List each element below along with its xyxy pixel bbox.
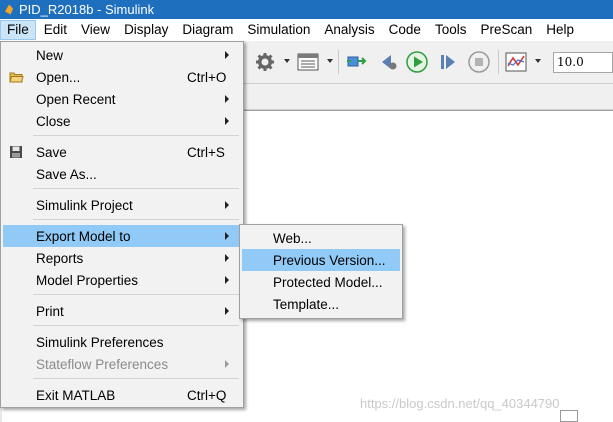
file-menu-model-properties[interactable]: Model Properties: [3, 269, 241, 291]
menu-view[interactable]: View: [75, 20, 116, 40]
export-template[interactable]: Template...: [242, 293, 400, 315]
step-back-icon[interactable]: [377, 51, 399, 73]
file-menu-print[interactable]: Print: [3, 300, 241, 322]
file-menu-export-model-to[interactable]: Export Model to: [3, 225, 241, 247]
menu-separator: [33, 378, 239, 379]
submenu-arrow-icon: [225, 254, 229, 262]
library-dropdown-arrow-icon[interactable]: [327, 59, 334, 64]
menu-prescan[interactable]: PreScan: [474, 20, 538, 40]
file-menu-simulink-project[interactable]: Simulink Project: [3, 194, 241, 216]
model-settings-gear-icon[interactable]: [254, 51, 276, 73]
floppy-disk-icon: [9, 145, 24, 159]
menu-separator: [33, 325, 239, 326]
menu-bar: File Edit View Display Diagram Simulatio…: [0, 19, 613, 41]
submenu-arrow-icon: [225, 95, 229, 103]
toolbar-separator: [498, 50, 499, 74]
export-protected-model[interactable]: Protected Model...: [242, 271, 400, 293]
file-menu-close[interactable]: Close: [3, 110, 241, 132]
file-menu-open-recent[interactable]: Open Recent: [3, 88, 241, 110]
simulink-logo-icon: [4, 4, 14, 16]
menu-simulation[interactable]: Simulation: [241, 20, 316, 40]
menu-tools[interactable]: Tools: [429, 20, 473, 40]
menu-help[interactable]: Help: [540, 20, 580, 40]
file-menu-save[interactable]: Save Ctrl+S: [3, 141, 241, 163]
menu-edit[interactable]: Edit: [38, 20, 73, 40]
update-diagram-icon[interactable]: [345, 51, 367, 73]
export-model-submenu: Web... Previous Version... Protected Mod…: [239, 224, 403, 319]
toolbar-separator: [338, 50, 339, 74]
export-previous-version[interactable]: Previous Version...: [242, 249, 400, 271]
submenu-arrow-icon: [225, 117, 229, 125]
watermark: https://blog.csdn.net/qq_40344790: [360, 396, 560, 411]
menu-analysis[interactable]: Analysis: [318, 20, 380, 40]
canvas-corner-control[interactable]: [560, 410, 578, 422]
menu-file[interactable]: File: [0, 20, 36, 40]
file-menu-stateflow-preferences: Stateflow Preferences: [3, 353, 241, 375]
submenu-arrow-icon: [225, 232, 229, 240]
file-menu-simulink-preferences[interactable]: Simulink Preferences: [3, 331, 241, 353]
stop-time-input[interactable]: 10.0: [553, 52, 613, 73]
inspector-dropdown-arrow-icon[interactable]: [535, 59, 542, 64]
stop-button-icon[interactable]: [468, 51, 490, 73]
library-browser-icon[interactable]: [297, 51, 319, 73]
menu-separator: [33, 219, 239, 220]
file-menu-new[interactable]: New: [3, 44, 241, 66]
file-menu-save-as[interactable]: Save As...: [3, 163, 241, 185]
menu-code[interactable]: Code: [383, 20, 427, 40]
run-button-icon[interactable]: [406, 51, 428, 73]
menu-diagram[interactable]: Diagram: [176, 20, 239, 40]
folder-open-icon: [9, 70, 24, 84]
menu-display[interactable]: Display: [118, 20, 174, 40]
submenu-arrow-icon: [225, 51, 229, 59]
submenu-arrow-icon: [225, 201, 229, 209]
step-forward-icon[interactable]: [437, 51, 459, 73]
submenu-arrow-icon: [225, 360, 229, 368]
menu-separator: [33, 294, 239, 295]
gear-dropdown-arrow-icon[interactable]: [284, 59, 291, 64]
title-bar: PID_R2018b - Simulink: [0, 0, 613, 19]
file-menu-open[interactable]: Open... Ctrl+O: [3, 66, 241, 88]
file-menu-exit-matlab[interactable]: Exit MATLAB Ctrl+Q: [3, 384, 241, 406]
submenu-arrow-icon: [225, 276, 229, 284]
submenu-arrow-icon: [225, 307, 229, 315]
file-menu-reports[interactable]: Reports: [3, 247, 241, 269]
menu-separator: [33, 135, 239, 136]
menu-separator: [33, 188, 239, 189]
export-web[interactable]: Web...: [242, 227, 400, 249]
data-inspector-icon[interactable]: [505, 51, 527, 73]
file-menu-dropdown: New Open... Ctrl+O Open Recent Close Sav…: [0, 41, 244, 408]
window-title: PID_R2018b - Simulink: [19, 2, 155, 17]
